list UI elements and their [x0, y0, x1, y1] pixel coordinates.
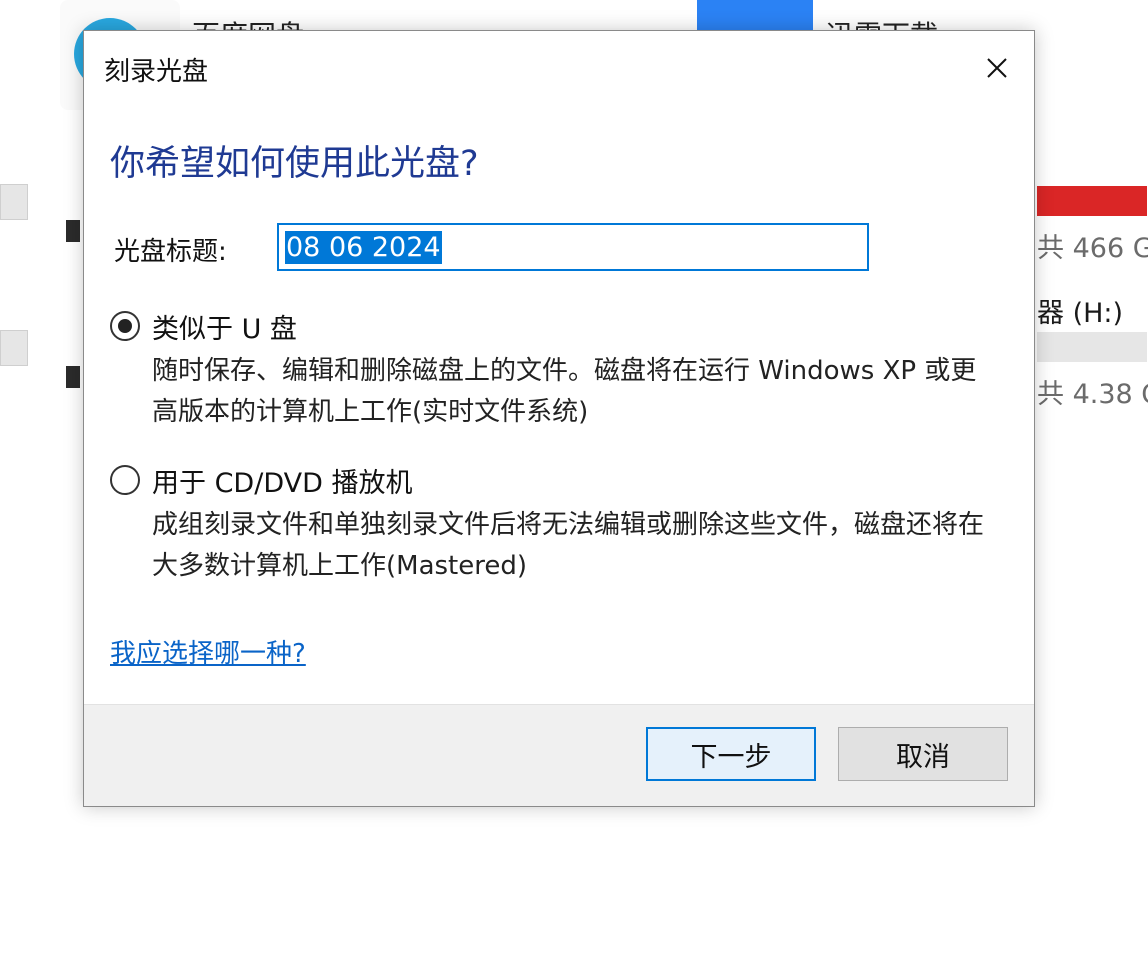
burn-disc-dialog: 刻录光盘 你希望如何使用此光盘? 光盘标题: 08 06 2024 类似于 U … — [83, 30, 1035, 807]
drive-icon-fragment — [66, 366, 80, 388]
dialog-footer: 下一步 取消 — [84, 704, 1034, 806]
drive-size-text: 共 4.38 G — [1037, 379, 1148, 410]
drive-usage-bar — [1037, 332, 1147, 362]
drive-icon-fragment — [66, 220, 80, 242]
close-icon — [987, 58, 1007, 78]
close-button[interactable] — [974, 45, 1020, 91]
radio-cd-dvd-player[interactable] — [110, 465, 140, 495]
drive-size-text: 共 466 G — [1037, 233, 1148, 264]
disc-title-input[interactable]: 08 06 2024 — [277, 223, 869, 271]
dialog-title: 刻录光盘 — [104, 57, 209, 87]
option-description: 成组刻录文件和单独刻录文件后将无法编辑或删除这些文件，磁盘还将在大多数计算机上工… — [152, 510, 985, 581]
drive-usage-bar — [1037, 186, 1147, 216]
next-button[interactable]: 下一步 — [646, 727, 816, 781]
help-link[interactable]: 我应选择哪一种? — [110, 633, 306, 670]
drive-label[interactable]: 器 (H:) — [1037, 291, 1123, 330]
option-label[interactable]: 用于 CD/DVD 播放机 — [152, 461, 412, 500]
disc-title-value: 08 06 2024 — [285, 230, 442, 264]
disc-title-label: 光盘标题: — [114, 237, 227, 267]
radio-usb-like[interactable] — [110, 311, 140, 341]
cancel-button[interactable]: 取消 — [838, 727, 1008, 781]
checkbox-fragment — [0, 184, 28, 220]
option-description: 随时保存、编辑和删除磁盘上的文件。磁盘将在运行 Windows XP 或更高版本… — [152, 356, 977, 427]
dialog-heading: 你希望如何使用此光盘? — [110, 144, 479, 184]
option-label[interactable]: 类似于 U 盘 — [152, 307, 297, 346]
checkbox-fragment — [0, 330, 28, 366]
